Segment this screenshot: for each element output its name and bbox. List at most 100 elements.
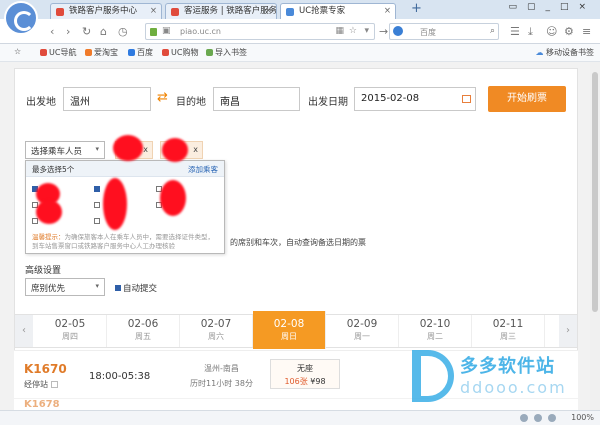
bookmark-baidu[interactable]: 百度 bbox=[128, 47, 153, 58]
tab-railway-service[interactable]: 铁路客户服务中心 × bbox=[50, 3, 162, 19]
redaction-mark bbox=[36, 200, 62, 224]
forward-icon[interactable]: › bbox=[66, 25, 70, 38]
uc-icon bbox=[40, 49, 47, 56]
uc-browser-logo-icon[interactable] bbox=[4, 1, 38, 35]
tab-label: 客运服务 | 铁路客户服务中心 bbox=[184, 6, 277, 16]
redaction-mark bbox=[162, 138, 188, 162]
max-select-text: 最多选择5个 bbox=[32, 165, 75, 174]
date-tab[interactable]: 02-07 周六 bbox=[180, 315, 253, 347]
scrollbar-thumb[interactable] bbox=[592, 72, 598, 312]
status-icon[interactable] bbox=[534, 414, 542, 422]
weekday-label: 周三 bbox=[500, 332, 516, 341]
status-icon[interactable] bbox=[520, 414, 528, 422]
more-icon[interactable]: ≡ bbox=[582, 25, 591, 38]
download-icon[interactable]: ⤓ bbox=[528, 25, 533, 39]
search-engine-icon[interactable] bbox=[393, 26, 403, 36]
date-label: 出发日期 bbox=[308, 97, 348, 108]
date-input[interactable]: 2015-02-08 bbox=[354, 87, 476, 111]
mobile-bookmarks[interactable]: ☁ 移动设备书签 bbox=[535, 47, 594, 58]
date-value: 02-10 bbox=[419, 318, 451, 330]
window-controls[interactable]: ▭▢_□× bbox=[508, 2, 596, 12]
page-scrollbar[interactable] bbox=[590, 62, 600, 410]
railway-favicon-icon bbox=[171, 8, 179, 16]
tab-uc-ticket-expert[interactable]: UC抢票专家 × bbox=[280, 3, 396, 19]
checkbox[interactable] bbox=[115, 285, 121, 291]
seat-priority-select[interactable]: 席别优先 ▾ bbox=[25, 278, 105, 296]
date-tab[interactable]: 02-08 周日 bbox=[253, 311, 326, 349]
swap-icon[interactable]: ⇄ bbox=[157, 90, 168, 105]
url-text: piao.uc.cn bbox=[180, 27, 221, 36]
checkbox[interactable] bbox=[94, 218, 100, 224]
via-stations[interactable]: 经停站 bbox=[24, 379, 58, 390]
menu-icon[interactable]: ☰ bbox=[510, 25, 520, 38]
calendar-icon[interactable] bbox=[462, 95, 471, 103]
start-booking-button[interactable]: 开始刷票 bbox=[488, 86, 566, 112]
date-tab[interactable]: 02-10 周二 bbox=[399, 315, 472, 347]
chip-close-icon[interactable]: x bbox=[193, 145, 198, 154]
date-tab[interactable]: 02-06 周五 bbox=[107, 315, 180, 347]
grid-icon[interactable]: ▦ bbox=[335, 26, 344, 36]
close-icon[interactable]: × bbox=[150, 4, 157, 19]
back-icon[interactable]: ‹ bbox=[50, 25, 54, 38]
new-tab-button[interactable]: + bbox=[411, 1, 422, 16]
bookmark-uc-shopping[interactable]: UC购物 bbox=[162, 47, 198, 58]
seat-type: 无座 bbox=[297, 364, 313, 373]
bookmarks-star-icon[interactable]: ☆ bbox=[14, 47, 21, 56]
search-box[interactable]: 百度 ⌕ bbox=[389, 23, 499, 40]
address-bar[interactable]: ▣ piao.uc.cn ▦ ☆ ▾ bbox=[145, 23, 375, 40]
passenger-option[interactable] bbox=[94, 201, 102, 210]
date-tab[interactable]: 02-11 周三 bbox=[472, 315, 545, 347]
prev-date-button[interactable]: ‹ bbox=[15, 315, 33, 347]
from-input[interactable]: 温州 bbox=[63, 87, 151, 111]
seat-option[interactable]: 无座 106张 ¥98 bbox=[270, 359, 340, 389]
train-number[interactable]: K1678 bbox=[24, 399, 60, 410]
bookmark-import[interactable]: 导入书签 bbox=[206, 47, 247, 58]
next-date-button[interactable]: › bbox=[559, 315, 577, 347]
bookmark-uc-nav[interactable]: UC导航 bbox=[40, 47, 76, 58]
redaction-mark bbox=[103, 178, 127, 230]
tab-passenger-service[interactable]: 客运服务 | 铁路客户服务中心 × bbox=[165, 3, 277, 19]
star-icon[interactable]: ☆ bbox=[349, 26, 357, 36]
zoom-level[interactable]: 100% bbox=[571, 413, 594, 422]
status-icon[interactable] bbox=[548, 414, 556, 422]
checkbox[interactable] bbox=[94, 186, 100, 192]
bookmark-aitaobao[interactable]: 爱淘宝 bbox=[85, 47, 118, 58]
refresh-icon[interactable]: ↻ bbox=[82, 25, 91, 38]
checkbox[interactable] bbox=[94, 202, 100, 208]
tools-icon[interactable]: ⚙ bbox=[564, 25, 574, 38]
dropdown-icon[interactable]: ▾ bbox=[364, 26, 369, 36]
date-tab[interactable]: 02-05 周四 bbox=[34, 315, 107, 347]
history-icon[interactable]: ◷ bbox=[118, 25, 128, 38]
auto-submit-checkbox[interactable]: 自动提交 bbox=[115, 282, 157, 294]
passenger-select[interactable]: 选择乘车人员 ▾ bbox=[25, 141, 105, 159]
go-icon[interactable]: → bbox=[379, 25, 388, 38]
chip-close-icon[interactable]: x bbox=[143, 145, 148, 154]
warning-text: 温馨提示：为确保旅客本人在乘车人员中，需要选择证件类型，到车站售票窗口或铁路客户… bbox=[32, 233, 214, 250]
passenger-option[interactable] bbox=[94, 185, 102, 194]
to-label: 目的地 bbox=[176, 97, 206, 108]
train-number[interactable]: K1670 bbox=[24, 362, 67, 376]
user-icon[interactable]: ☺ bbox=[546, 25, 557, 38]
status-bar: 100% bbox=[0, 410, 600, 425]
chevron-down-icon: ▾ bbox=[95, 282, 99, 290]
close-icon[interactable]: × bbox=[384, 4, 391, 19]
date-tab[interactable]: 02-09 周一 bbox=[326, 315, 399, 347]
to-input[interactable]: 南昌 bbox=[213, 87, 300, 111]
from-label: 出发地 bbox=[26, 97, 56, 108]
date-value: 02-05 bbox=[54, 318, 86, 330]
dropdown-header: 最多选择5个 添加乘客 bbox=[26, 161, 224, 177]
date-strip: ‹ 02-05 周四 02-06 周五 02-07 周六 02-08 周日 02-09 周一 02-… bbox=[14, 311, 578, 349]
home-icon[interactable]: ⌂ bbox=[100, 25, 107, 38]
seat-price: 106张 ¥98 bbox=[284, 377, 326, 386]
browser-titlebar: 铁路客户服务中心 × 客运服务 | 铁路客户服务中心 × UC抢票专家 × + … bbox=[0, 0, 600, 19]
folder-icon bbox=[206, 49, 213, 56]
close-icon[interactable]: × bbox=[265, 4, 272, 19]
search-icon[interactable]: ⌕ bbox=[490, 26, 495, 36]
checkbox[interactable] bbox=[32, 218, 38, 224]
expand-icon[interactable] bbox=[51, 381, 58, 388]
date-value: 02-08 bbox=[273, 318, 305, 330]
bookmarks-bar: ☆ UC导航 爱淘宝 百度 UC购物 导入书签 ☁ 移动设备书签 bbox=[0, 44, 600, 62]
tab-label: 铁路客户服务中心 bbox=[69, 6, 138, 16]
passenger-option[interactable] bbox=[94, 217, 102, 226]
add-passenger-link[interactable]: 添加乘客 bbox=[188, 164, 218, 175]
